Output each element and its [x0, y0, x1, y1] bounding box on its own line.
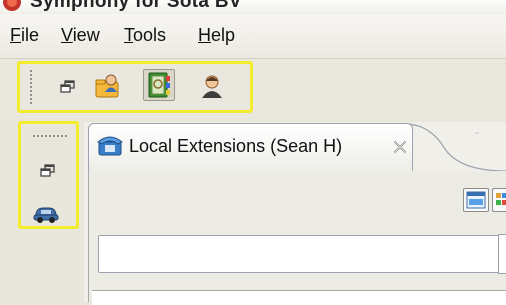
grid-view-button[interactable]	[492, 188, 506, 212]
results-list[interactable]	[92, 290, 506, 305]
window-title: Symphony for Sota BV	[30, 0, 242, 12]
grid-view-icon	[496, 193, 506, 205]
secondary-input-edge[interactable]	[498, 234, 506, 274]
menu-help[interactable]: Help	[198, 25, 235, 46]
tab-curve	[405, 123, 506, 171]
menu-view[interactable]: View	[61, 25, 100, 46]
menu-bar: File View Tools Help	[0, 14, 506, 59]
menu-file[interactable]: File	[10, 25, 39, 46]
app-icon	[3, 0, 21, 11]
phone-icon	[97, 136, 123, 156]
toolbar-highlight	[17, 61, 253, 113]
title-bar: Symphony for Sota BV	[0, 0, 506, 14]
search-input[interactable]	[98, 235, 502, 273]
tab-local-extensions[interactable]: Local Extensions (Sean H)	[88, 123, 413, 172]
menu-tools[interactable]: Tools	[124, 25, 166, 46]
list-view-button[interactable]	[463, 188, 489, 212]
tab-label: Local Extensions (Sean H)	[129, 136, 343, 156]
close-icon[interactable]	[391, 138, 409, 156]
list-view-icon	[466, 191, 486, 209]
side-toolbar-highlight	[18, 121, 79, 229]
